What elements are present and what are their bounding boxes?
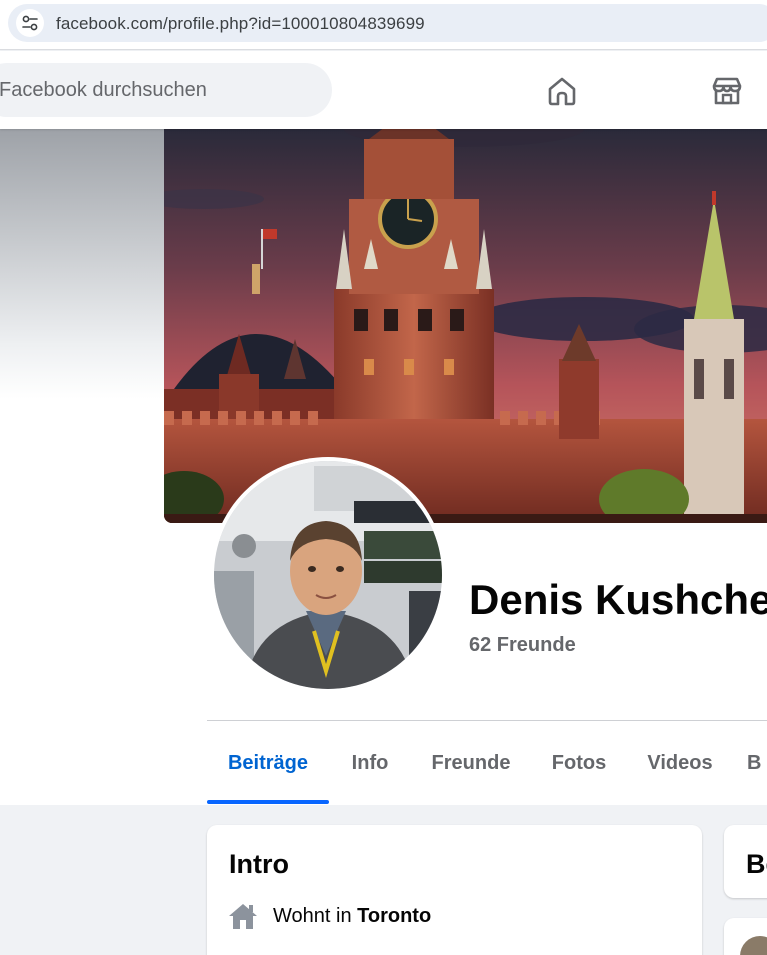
site-info-icon[interactable] [16, 9, 44, 37]
cover-photo[interactable] [164, 129, 767, 523]
marketplace-icon [712, 77, 742, 105]
lives-in-prefix: Wohnt in [273, 904, 352, 927]
search-placeholder: Facebook durchsuchen [0, 79, 207, 101]
url-field[interactable]: facebook.com/profile.php?id=100010804839… [8, 4, 767, 42]
right-card-title: Be [746, 849, 767, 879]
profile-name: Denis Kushche [469, 576, 767, 623]
right-column-card: Be [724, 825, 767, 898]
marketplace-nav-button[interactable] [707, 71, 747, 111]
lives-in-city-link[interactable]: Toronto [357, 905, 431, 927]
home-icon [548, 77, 576, 106]
tab-fotos[interactable]: Fotos [541, 721, 617, 805]
profile-tabs: Beiträge Info Freunde Fotos Videos B [207, 721, 767, 805]
intro-card: Intro Wohnt in Toronto [207, 825, 702, 955]
intro-lives-in: Wohnt in Toronto [227, 901, 431, 931]
tab-beitraege[interactable]: Beiträge [207, 721, 329, 805]
home-icon [229, 904, 257, 929]
friends-count-link[interactable]: 62 Freunde [469, 634, 576, 657]
right-column-post [724, 918, 767, 955]
tab-freunde[interactable]: Freunde [421, 721, 521, 805]
browser-address-bar: facebook.com/profile.php?id=100010804839… [0, 0, 767, 50]
active-tab-indicator [207, 800, 329, 804]
post-avatar[interactable] [740, 936, 767, 955]
home-nav-button[interactable] [542, 71, 582, 111]
tab-more[interactable]: B [747, 721, 767, 805]
intro-title: Intro [229, 849, 289, 879]
search-input[interactable]: Facebook durchsuchen [0, 63, 332, 117]
url-text[interactable]: facebook.com/profile.php?id=100010804839… [56, 14, 425, 34]
cover-side-gradient [0, 129, 164, 399]
tab-videos[interactable]: Videos [637, 721, 723, 805]
tab-info[interactable]: Info [337, 721, 403, 805]
facebook-header: Facebook durchsuchen [0, 51, 767, 129]
profile-avatar[interactable] [210, 457, 446, 693]
